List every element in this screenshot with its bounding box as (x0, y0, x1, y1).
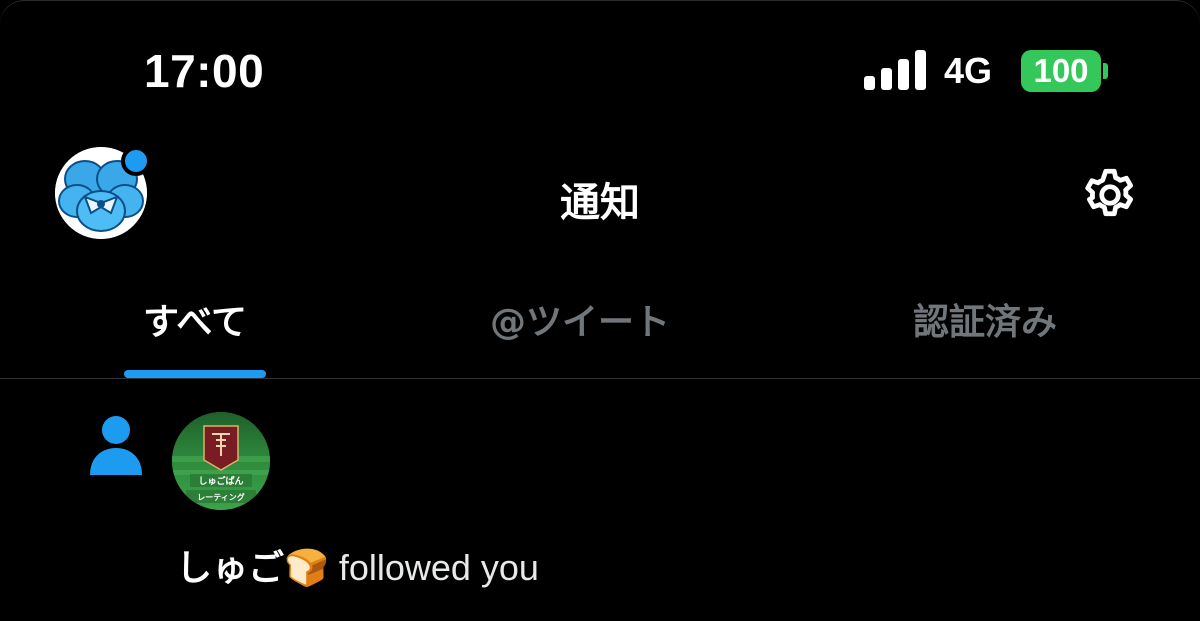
tab-verified-label: 認証済み (912, 302, 1057, 343)
notification-tabs: すべて @ツイート 認証済み (0, 260, 1200, 379)
follower-avatar-line1: しゅごぱん (198, 475, 243, 487)
active-tab-indicator (124, 370, 266, 378)
tab-mentions[interactable]: @ツイート (440, 260, 720, 378)
notification-item[interactable]: しゅごぱん レーティング しゅご🍞 followed you (0, 379, 1200, 621)
network-type: 4G (944, 50, 993, 91)
battery-icon: 100 (1021, 50, 1101, 92)
follower-avatar[interactable]: しゅごぱん レーティング (172, 412, 270, 510)
tab-mentions-label: @ツイート (489, 302, 670, 343)
cellular-signal-icon (864, 50, 928, 90)
settings-button[interactable] (1080, 165, 1140, 225)
battery-level: 100 (1033, 52, 1089, 89)
tab-all[interactable]: すべて (60, 260, 330, 378)
status-bar: 17:00 4G 100 (0, 0, 1200, 130)
app-screen: 17:00 4G 100 通知 すべて @ツイート 認証済み しゅごぱん レーテ… (0, 0, 1200, 621)
tab-verified[interactable]: 認証済み (860, 260, 1110, 378)
person-icon (88, 415, 144, 477)
follower-name[interactable]: しゅご🍞 (176, 548, 329, 589)
tab-all-label: すべて (142, 302, 248, 343)
follower-avatar-line2: レーティング (197, 492, 245, 502)
notifications-header: 通知 (0, 130, 1200, 260)
notification-text: しゅご🍞 followed you (176, 539, 539, 591)
gear-icon (1085, 168, 1133, 217)
battery-tip (1103, 63, 1108, 79)
notification-action: followed you (328, 547, 539, 588)
status-time: 17:00 (144, 45, 265, 97)
page-title: 通知 (560, 180, 640, 226)
